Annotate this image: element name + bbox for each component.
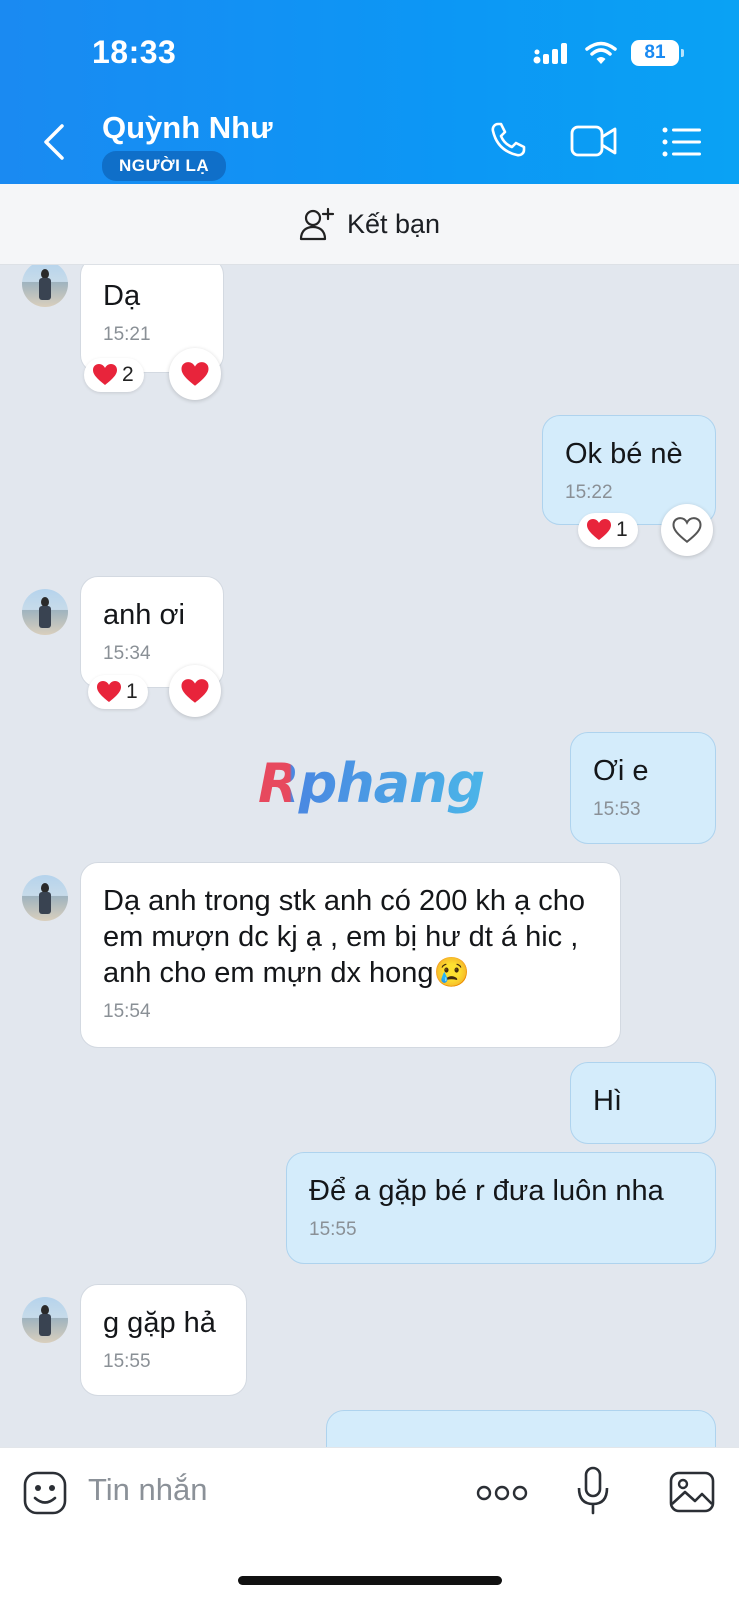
message-text: Dạ (103, 280, 141, 312)
voice-record-button[interactable] (576, 1466, 610, 1521)
voice-call-button[interactable] (488, 120, 528, 165)
reaction-summary[interactable]: 1 (88, 675, 148, 709)
video-call-icon (570, 125, 617, 157)
message-time: 15:34 (103, 643, 151, 664)
heart-outline-icon (672, 516, 702, 543)
stranger-badge: NGƯỜI LẠ (102, 151, 227, 181)
status-time: 18:33 (92, 34, 177, 70)
battery-indicator: 81 (631, 40, 684, 66)
message-time: 15:22 (565, 482, 613, 503)
sticker-icon (23, 1471, 67, 1515)
back-arrow-icon (44, 124, 64, 160)
outgoing-message-partial[interactable] (326, 1410, 716, 1447)
contact-avatar[interactable] (22, 875, 68, 921)
heart-icon (93, 364, 117, 385)
reaction-count: 2 (122, 363, 134, 386)
chat-header: 18:33 81 Quỳnh Như NGƯỜI LẠ (0, 0, 739, 184)
heart-icon (181, 361, 209, 386)
status-icons: 81 (533, 40, 684, 66)
watermark-logo: Rphang (258, 752, 485, 815)
phone-icon (491, 122, 526, 157)
outgoing-message[interactable]: Ơi e 15:53 (570, 732, 716, 844)
send-image-button[interactable] (668, 1470, 716, 1519)
contact-avatar[interactable] (22, 265, 68, 307)
heart-icon (97, 681, 121, 702)
incoming-message[interactable]: Dạ anh trong stk anh có 200 kh ạ cho em … (80, 862, 621, 1048)
microphone-icon (577, 1466, 609, 1515)
reaction-count: 1 (616, 518, 628, 541)
message-list[interactable]: Dạ 15:21 2 Ok bé nè 15:22 1 anh ơi 15:34… (0, 265, 739, 1447)
signal-icon (533, 43, 567, 64)
add-friend-button[interactable]: Kết bạn (0, 184, 739, 265)
message-time: 15:53 (593, 799, 641, 820)
message-text: Để a gặp bé r đưa luôn nha (309, 1175, 664, 1207)
message-time: 15:55 (103, 1351, 151, 1372)
more-icon (476, 1485, 528, 1501)
chat-options-button[interactable] (662, 126, 702, 163)
sticker-button[interactable] (22, 1470, 68, 1521)
message-input[interactable]: Tin nhắn (88, 1472, 208, 1508)
react-button[interactable] (169, 348, 221, 400)
reaction-summary[interactable]: 2 (84, 358, 144, 392)
message-text: Hì (593, 1085, 622, 1117)
message-text: Ơi e (593, 755, 649, 787)
message-text: Ok bé nè (565, 438, 683, 470)
outgoing-message[interactable]: Để a gặp bé r đưa luôn nha 15:55 (286, 1152, 716, 1264)
video-call-button[interactable] (570, 124, 618, 163)
image-icon (669, 1471, 715, 1513)
message-time: 15:21 (103, 324, 151, 345)
message-time: 15:54 (103, 1001, 151, 1022)
wifi-icon (585, 41, 617, 64)
contact-name[interactable]: Quỳnh Như (102, 110, 273, 146)
outgoing-message[interactable]: Hì (570, 1062, 716, 1144)
contact-avatar[interactable] (22, 589, 68, 635)
more-button[interactable] (476, 1482, 528, 1509)
react-button[interactable] (661, 504, 713, 556)
message-text: g gặp hả (103, 1307, 216, 1339)
reaction-summary[interactable]: 1 (578, 513, 638, 547)
home-indicator (238, 1576, 502, 1585)
heart-icon (181, 678, 209, 703)
add-friend-icon (299, 207, 335, 241)
message-time: 15:55 (309, 1219, 357, 1240)
incoming-message[interactable]: g gặp hả 15:55 (80, 1284, 247, 1396)
heart-icon (587, 519, 611, 540)
message-text: Dạ anh trong stk anh có 200 kh ạ cho em … (103, 885, 586, 989)
reaction-count: 1 (126, 680, 138, 703)
message-text: anh ơi (103, 599, 185, 631)
add-friend-label: Kết bạn (346, 208, 441, 239)
crying-emoji: 😢 (433, 957, 470, 989)
contact-avatar[interactable] (22, 1297, 68, 1343)
menu-list-icon (662, 127, 701, 157)
back-button[interactable] (40, 122, 70, 162)
react-button[interactable] (169, 665, 221, 717)
